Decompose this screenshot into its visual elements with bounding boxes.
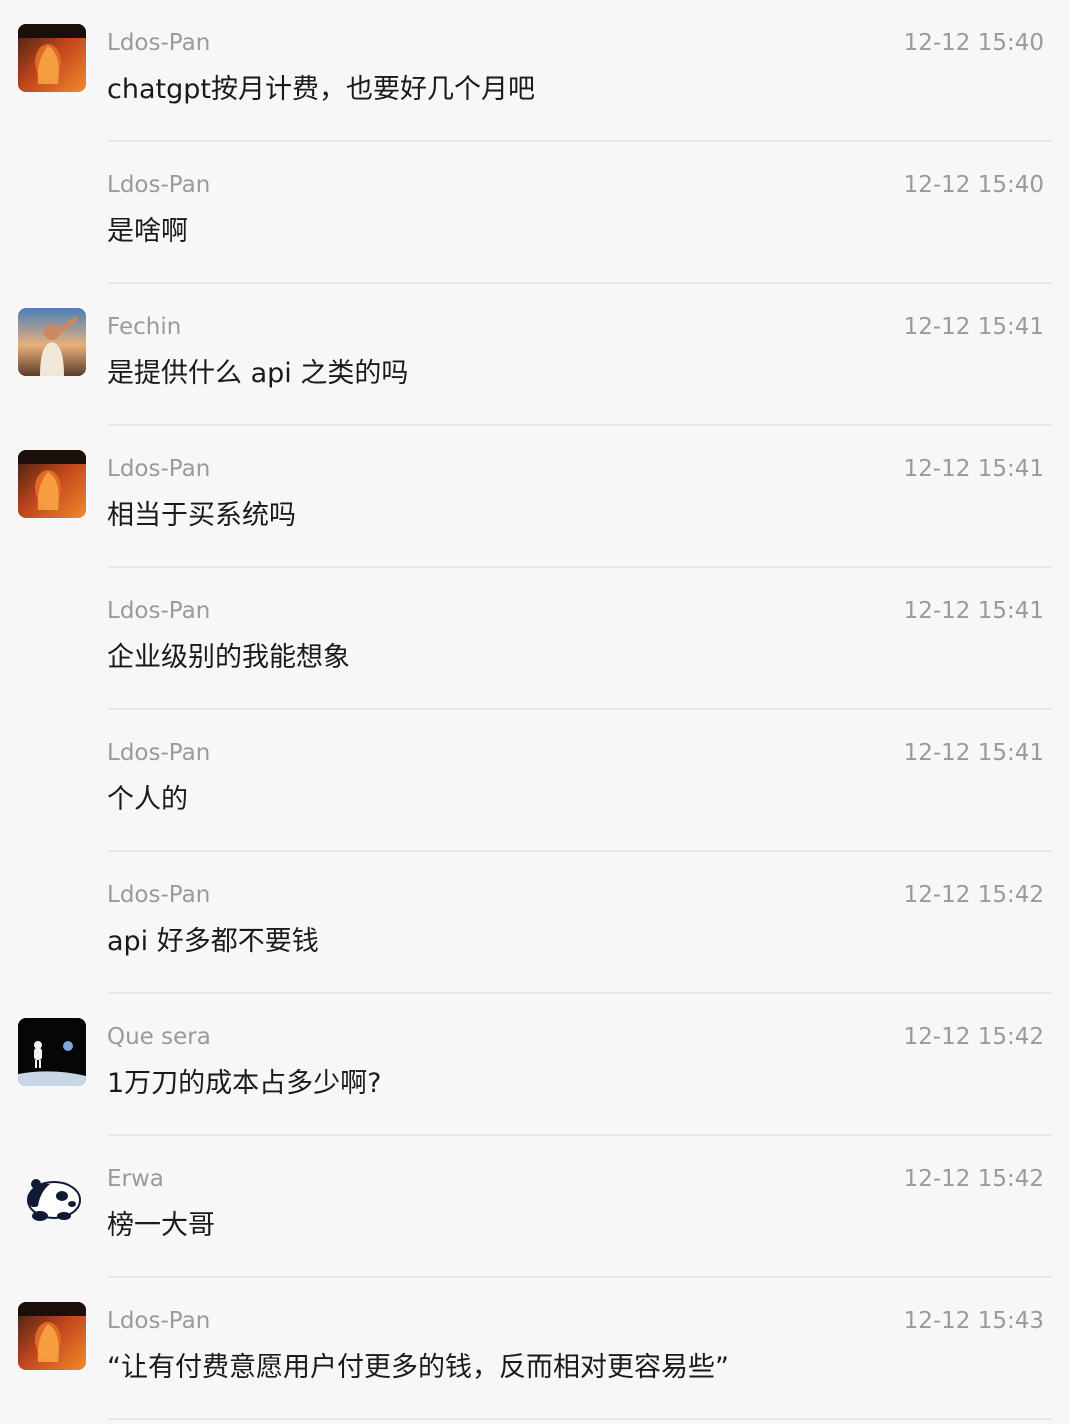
message-item: Ldos-Pan 12-12 15:42 api 好多都不要钱 [0, 852, 1070, 994]
message-timestamp: 12-12 15:40 [903, 30, 1044, 56]
message-text: 企业级别的我能想象 [107, 642, 350, 673]
sender-name: Ldos-Pan [107, 172, 211, 198]
message-text: 是提供什么 api 之类的吗 [107, 358, 409, 389]
message-text: 1万刀的成本占多少啊? [107, 1068, 382, 1099]
avatar-photo-icon [18, 450, 86, 518]
avatar-erwa[interactable] [18, 1160, 86, 1228]
message-item: Erwa 12-12 15:42 榜一大哥 [0, 1136, 1070, 1278]
panda-icon [18, 1160, 86, 1228]
chat-message-list: Ldos-Pan 12-12 15:40 chatgpt按月计费，也要好几个月吧… [0, 0, 1070, 1424]
message-timestamp: 12-12 15:41 [903, 740, 1044, 766]
avatar-que-sera[interactable] [18, 1018, 86, 1086]
message-text: 榜一大哥 [107, 1210, 215, 1241]
sender-name: Ldos-Pan [107, 598, 211, 624]
message-text: 是啥啊 [107, 216, 188, 247]
message-timestamp: 12-12 15:40 [903, 172, 1044, 198]
message-timestamp: 12-12 15:43 [903, 1308, 1044, 1334]
sender-name: Ldos-Pan [107, 30, 211, 56]
avatar-ldos-pan[interactable] [18, 1302, 86, 1370]
message-item: Ldos-Pan 12-12 15:43 “让有付费意愿用户付更多的钱，反而相对… [0, 1278, 1070, 1420]
message-timestamp: 12-12 15:42 [903, 882, 1044, 908]
sender-name: Fechin [107, 314, 182, 340]
sender-name: Ldos-Pan [107, 882, 211, 908]
message-item: Ldos-Pan 12-12 15:41 相当于买系统吗 [0, 426, 1070, 568]
avatar-ldos-pan[interactable] [18, 450, 86, 518]
sender-name: Ldos-Pan [107, 456, 211, 482]
message-timestamp: 12-12 15:41 [903, 598, 1044, 624]
message-timestamp: 12-12 15:42 [903, 1166, 1044, 1192]
message-item: Ldos-Pan 12-12 15:40 是啥啊 [0, 142, 1070, 284]
message-text: chatgpt按月计费，也要好几个月吧 [107, 74, 535, 105]
message-item: Ldos-Pan 12-12 15:40 chatgpt按月计费，也要好几个月吧 [0, 0, 1070, 142]
avatar-ldos-pan[interactable] [18, 24, 86, 92]
avatar-photo-icon [18, 308, 86, 376]
message-item: Que sera 12-12 15:42 1万刀的成本占多少啊? [0, 994, 1070, 1136]
sender-name: Ldos-Pan [107, 740, 211, 766]
message-text: 相当于买系统吗 [107, 500, 296, 531]
avatar-photo-icon [18, 1302, 86, 1370]
avatar-fechin[interactable] [18, 308, 86, 376]
message-timestamp: 12-12 15:42 [903, 1024, 1044, 1050]
message-timestamp: 12-12 15:41 [903, 314, 1044, 340]
message-text: api 好多都不要钱 [107, 926, 319, 957]
avatar-photo-icon [18, 24, 86, 92]
message-timestamp: 12-12 15:41 [903, 456, 1044, 482]
sender-name: Erwa [107, 1166, 164, 1192]
message-text: “让有付费意愿用户付更多的钱，反而相对更容易些” [107, 1352, 729, 1383]
avatar-photo-icon [18, 1018, 86, 1086]
sender-name: Que sera [107, 1024, 211, 1050]
message-divider [108, 1418, 1052, 1420]
message-item: Fechin 12-12 15:41 是提供什么 api 之类的吗 [0, 284, 1070, 426]
message-text: 个人的 [107, 784, 188, 815]
message-item: Ldos-Pan 12-12 15:41 个人的 [0, 710, 1070, 852]
message-item: Ldos-Pan 12-12 15:41 企业级别的我能想象 [0, 568, 1070, 710]
sender-name: Ldos-Pan [107, 1308, 211, 1334]
